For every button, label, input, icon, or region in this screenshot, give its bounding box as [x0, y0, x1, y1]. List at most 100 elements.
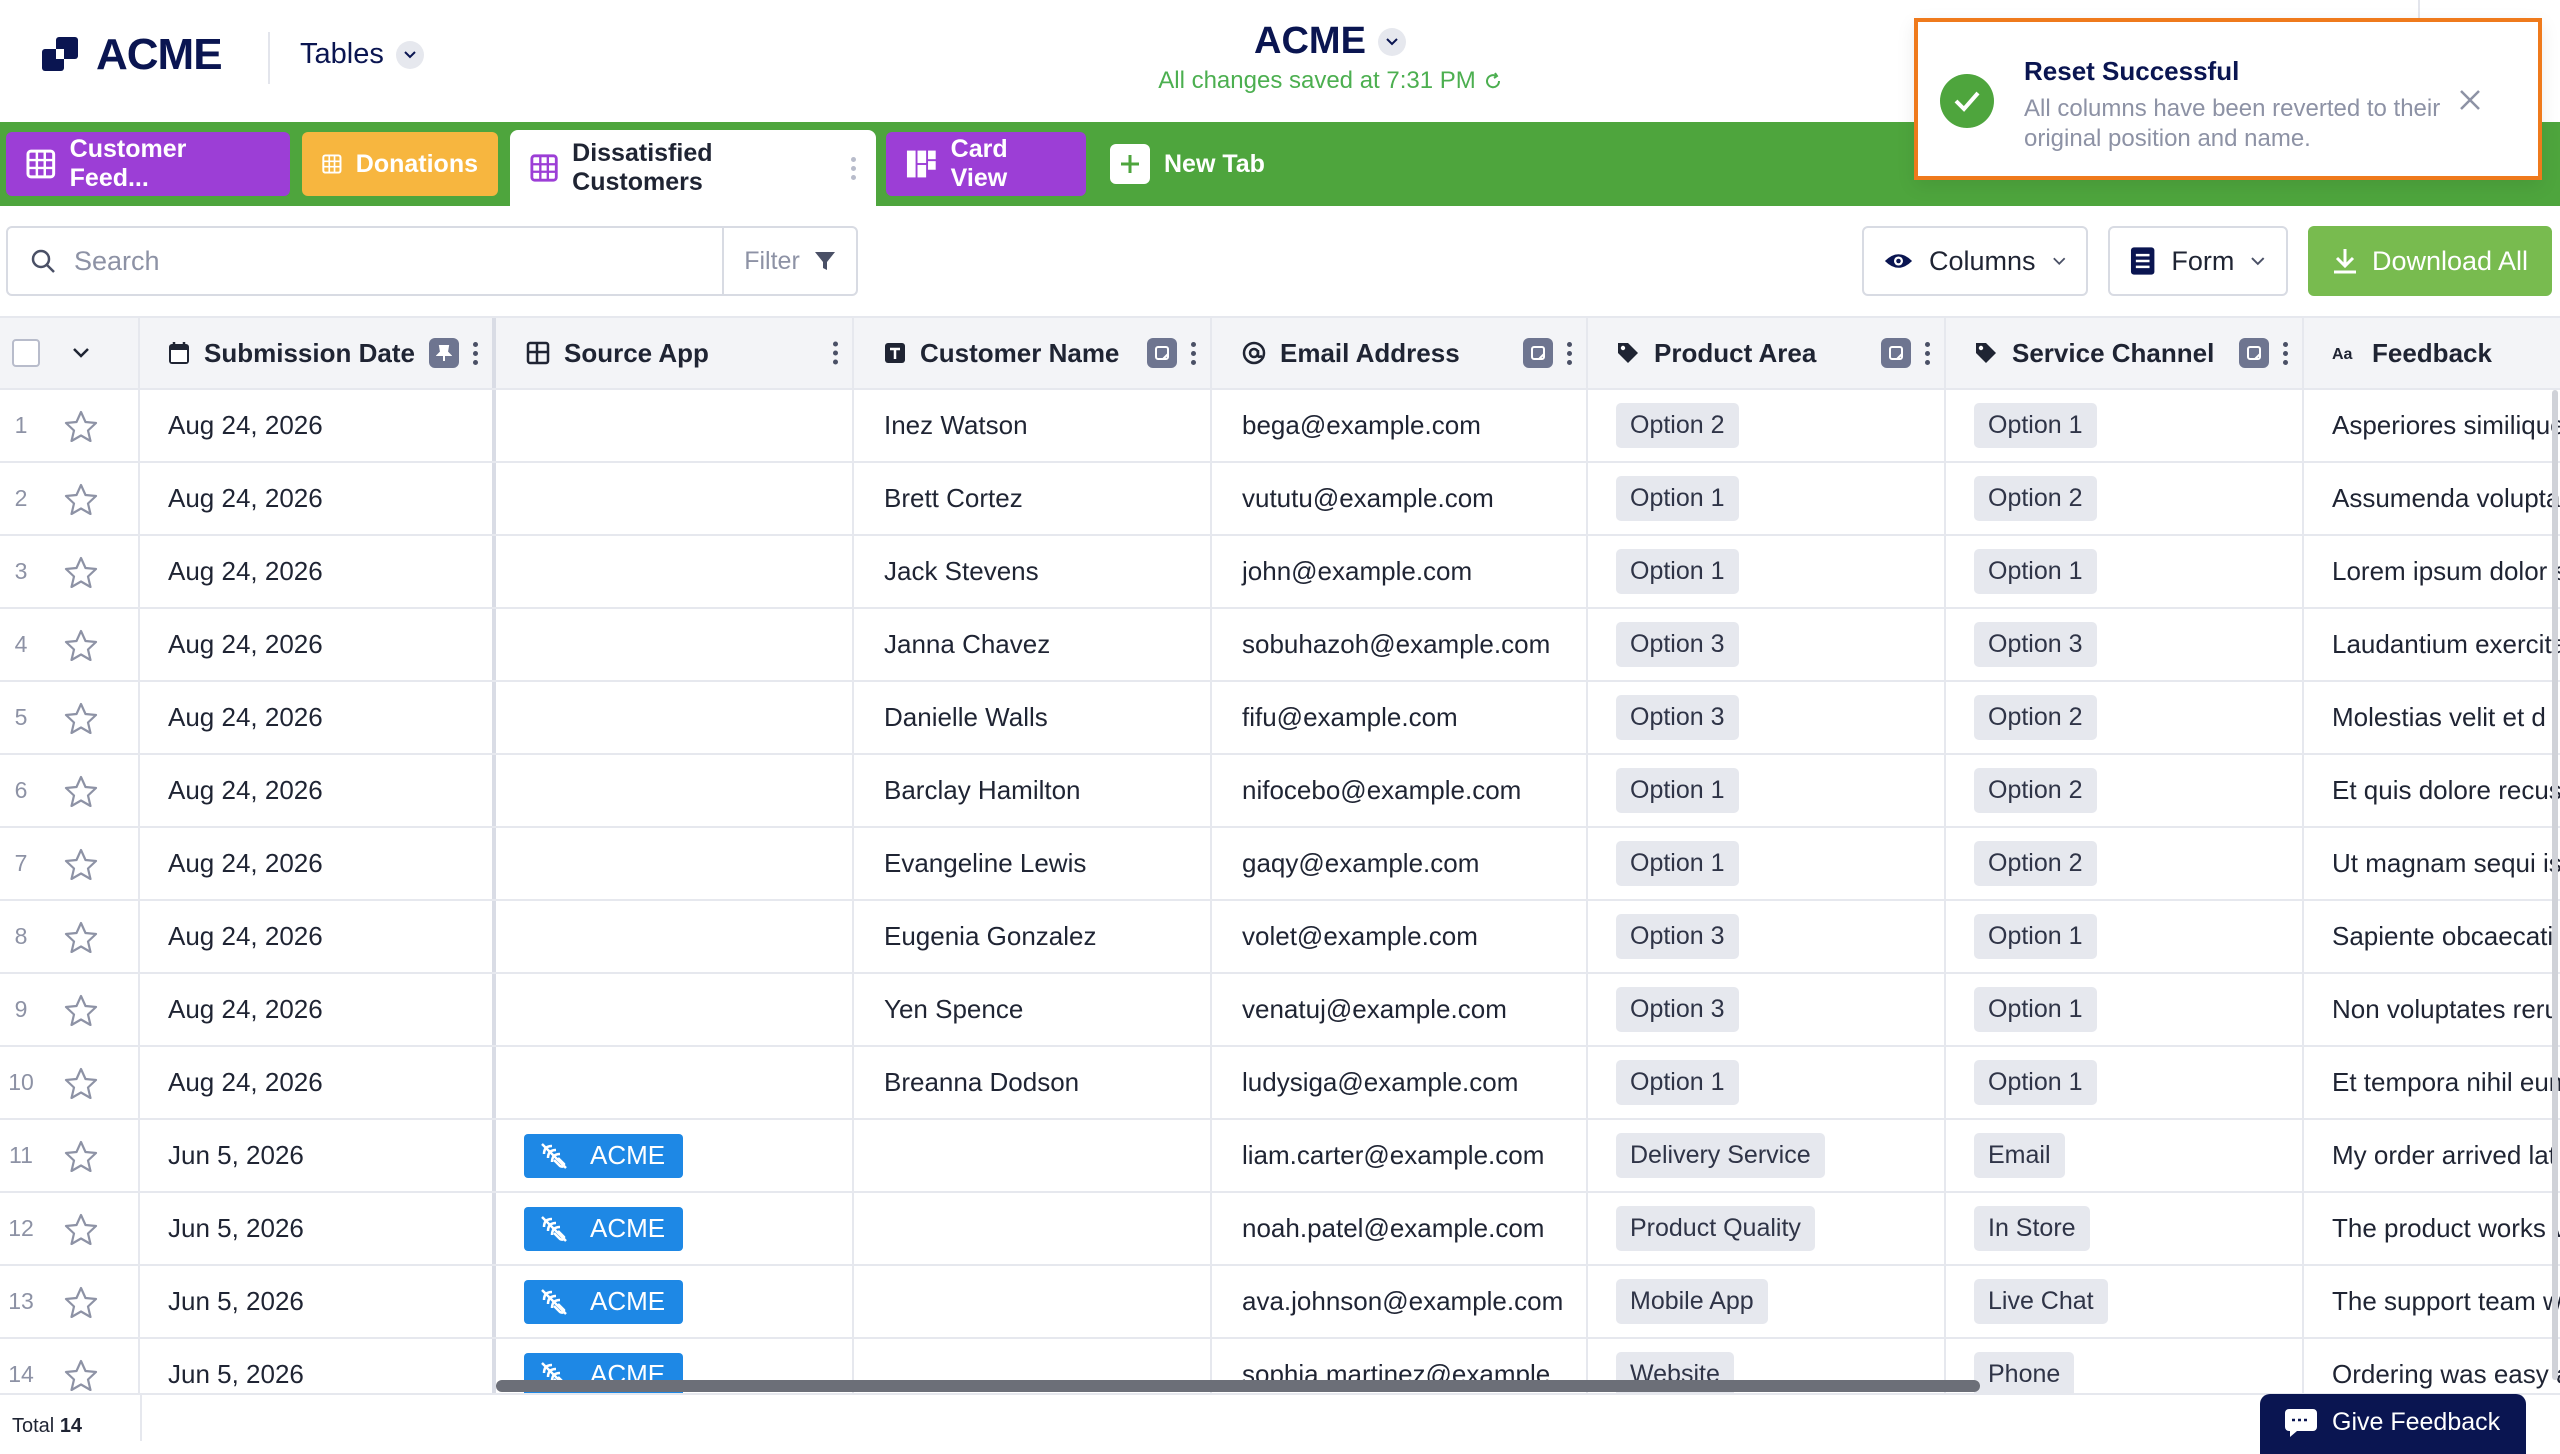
columns-button[interactable]: Columns	[1862, 226, 2088, 296]
email-cell[interactable]: ava.johnson@example.com	[1212, 1266, 1588, 1337]
tab-customer-feedback[interactable]: Customer Feed...	[6, 132, 290, 196]
feedback-cell[interactable]: Assumenda voluptat	[2304, 463, 2560, 534]
email-cell[interactable]: nifocebo@example.com	[1212, 755, 1588, 826]
select-all-checkbox[interactable]	[12, 339, 40, 367]
email-cell[interactable]: john@example.com	[1212, 536, 1588, 607]
service-channel-cell[interactable]: Option 1	[1946, 536, 2304, 607]
submission-date-cell[interactable]: Aug 24, 2026	[140, 390, 496, 461]
submission-date-cell[interactable]: Aug 24, 2026	[140, 755, 496, 826]
app-title-dropdown[interactable]: ACME	[1254, 20, 1406, 63]
table-row[interactable]: 12 Jun 5, 2026 ACME noah.patel@example.com P…	[0, 1193, 2560, 1266]
table-row[interactable]: 13 Jun 5, 2026 ACME ava.johnson@example.com…	[0, 1266, 2560, 1339]
email-cell[interactable]: fifu@example.com	[1212, 682, 1588, 753]
product-area-cell[interactable]: Option 1	[1588, 755, 1946, 826]
column-type-icon[interactable]	[1881, 338, 1911, 368]
submission-date-cell[interactable]: Jun 5, 2026	[140, 1266, 496, 1337]
product-area-cell[interactable]: Product Quality	[1588, 1193, 1946, 1264]
email-cell[interactable]: liam.carter@example.com	[1212, 1120, 1588, 1191]
table-row[interactable]: 8 Aug 24, 2026 Eugenia Gonzalez volet@examp…	[0, 901, 2560, 974]
product-area-cell[interactable]: Option 1	[1588, 536, 1946, 607]
source-app-cell[interactable]: ACME	[496, 1266, 854, 1337]
source-app-cell[interactable]	[496, 901, 854, 972]
email-cell[interactable]: vututu@example.com	[1212, 463, 1588, 534]
star-icon[interactable]	[64, 629, 98, 661]
service-channel-cell[interactable]: Phone	[1946, 1339, 2304, 1393]
column-header-feedback[interactable]: Aa Feedback	[2304, 318, 2560, 388]
column-menu-icon[interactable]	[473, 341, 478, 365]
service-channel-cell[interactable]: In Store	[1946, 1193, 2304, 1264]
source-app-cell[interactable]	[496, 536, 854, 607]
table-row[interactable]: 4 Aug 24, 2026 Janna Chavez sobuhazoh@examp…	[0, 609, 2560, 682]
customer-name-cell[interactable]: Barclay Hamilton	[854, 755, 1212, 826]
service-channel-cell[interactable]: Option 3	[1946, 609, 2304, 680]
service-channel-cell[interactable]: Option 2	[1946, 828, 2304, 899]
email-cell[interactable]: sobuhazoh@example.com	[1212, 609, 1588, 680]
column-menu-icon[interactable]	[833, 341, 838, 365]
column-header-submission-date[interactable]: Submission Date	[140, 318, 496, 388]
submission-date-cell[interactable]: Aug 24, 2026	[140, 828, 496, 899]
feedback-cell[interactable]: Asperiores similique	[2304, 390, 2560, 461]
source-app-cell[interactable]	[496, 390, 854, 461]
submission-date-cell[interactable]: Jun 5, 2026	[140, 1339, 496, 1393]
product-area-cell[interactable]: Delivery Service	[1588, 1120, 1946, 1191]
column-header-source-app[interactable]: Source App	[496, 318, 854, 388]
feedback-cell[interactable]: The support team w	[2304, 1266, 2560, 1337]
source-app-cell[interactable]: ACME	[496, 1193, 854, 1264]
star-icon[interactable]	[64, 775, 98, 807]
source-app-cell[interactable]	[496, 1047, 854, 1118]
column-header-customer-name[interactable]: Customer Name	[854, 318, 1212, 388]
submission-date-cell[interactable]: Aug 24, 2026	[140, 682, 496, 753]
column-menu-icon[interactable]	[1567, 341, 1572, 365]
horizontal-scrollbar[interactable]	[496, 1380, 1980, 1392]
give-feedback-button[interactable]: Give Feedback	[2260, 1394, 2526, 1454]
source-app-cell[interactable]: ACME	[496, 1120, 854, 1191]
filter-button[interactable]: Filter	[722, 228, 856, 294]
form-button[interactable]: Form	[2108, 226, 2288, 296]
feedback-cell[interactable]: Molestias velit et d	[2304, 682, 2560, 753]
search-input[interactable]	[72, 244, 706, 278]
table-row[interactable]: 3 Aug 24, 2026 Jack Stevens john@example.co…	[0, 536, 2560, 609]
submission-date-cell[interactable]: Aug 24, 2026	[140, 901, 496, 972]
column-menu-icon[interactable]	[1191, 341, 1196, 365]
table-row[interactable]: 7 Aug 24, 2026 Evangeline Lewis gaqy@exampl…	[0, 828, 2560, 901]
column-header-product-area[interactable]: Product Area	[1588, 318, 1946, 388]
product-area-cell[interactable]: Option 1	[1588, 828, 1946, 899]
product-area-cell[interactable]: Option 1	[1588, 463, 1946, 534]
star-icon[interactable]	[64, 1359, 98, 1391]
feedback-cell[interactable]: Non voluptates reru	[2304, 974, 2560, 1045]
source-app-badge[interactable]: ACME	[524, 1206, 684, 1251]
feedback-cell[interactable]: Laudantium exercita	[2304, 609, 2560, 680]
source-app-cell[interactable]	[496, 609, 854, 680]
new-tab-button[interactable]: New Tab	[1090, 132, 1290, 196]
column-menu-icon[interactable]	[2283, 341, 2288, 365]
product-area-cell[interactable]: Option 3	[1588, 901, 1946, 972]
feedback-cell[interactable]: Sapiente obcaecati	[2304, 901, 2560, 972]
source-app-cell[interactable]	[496, 755, 854, 826]
tab-donations[interactable]: Donations	[302, 132, 498, 196]
email-cell[interactable]: bega@example.com	[1212, 390, 1588, 461]
service-channel-cell[interactable]: Option 1	[1946, 901, 2304, 972]
service-channel-cell[interactable]: Option 1	[1946, 1047, 2304, 1118]
service-channel-cell[interactable]: Option 1	[1946, 390, 2304, 461]
source-app-cell[interactable]	[496, 682, 854, 753]
product-area-cell[interactable]: Mobile App	[1588, 1266, 1946, 1337]
star-icon[interactable]	[64, 1213, 98, 1245]
customer-name-cell[interactable]: Yen Spence	[854, 974, 1212, 1045]
submission-date-cell[interactable]: Aug 24, 2026	[140, 1047, 496, 1118]
service-channel-cell[interactable]: Email	[1946, 1120, 2304, 1191]
drag-handle-icon[interactable]	[851, 156, 856, 180]
tab-dissatisfied-customers[interactable]: Dissatisfied Customers	[510, 130, 876, 206]
customer-name-cell[interactable]	[854, 1193, 1212, 1264]
source-app-badge[interactable]: ACME	[524, 1133, 684, 1178]
pin-icon[interactable]	[429, 338, 459, 368]
submission-date-cell[interactable]: Aug 24, 2026	[140, 463, 496, 534]
email-cell[interactable]: volet@example.com	[1212, 901, 1588, 972]
feedback-cell[interactable]: Et quis dolore recus	[2304, 755, 2560, 826]
star-icon[interactable]	[64, 1067, 98, 1099]
feedback-cell[interactable]: The product works v	[2304, 1193, 2560, 1264]
tables-dropdown[interactable]: Tables	[300, 38, 424, 71]
table-row[interactable]: 9 Aug 24, 2026 Yen Spence venatuj@example.c…	[0, 974, 2560, 1047]
star-icon[interactable]	[64, 1140, 98, 1172]
customer-name-cell[interactable]: Eugenia Gonzalez	[854, 901, 1212, 972]
product-area-cell[interactable]: Option 3	[1588, 609, 1946, 680]
